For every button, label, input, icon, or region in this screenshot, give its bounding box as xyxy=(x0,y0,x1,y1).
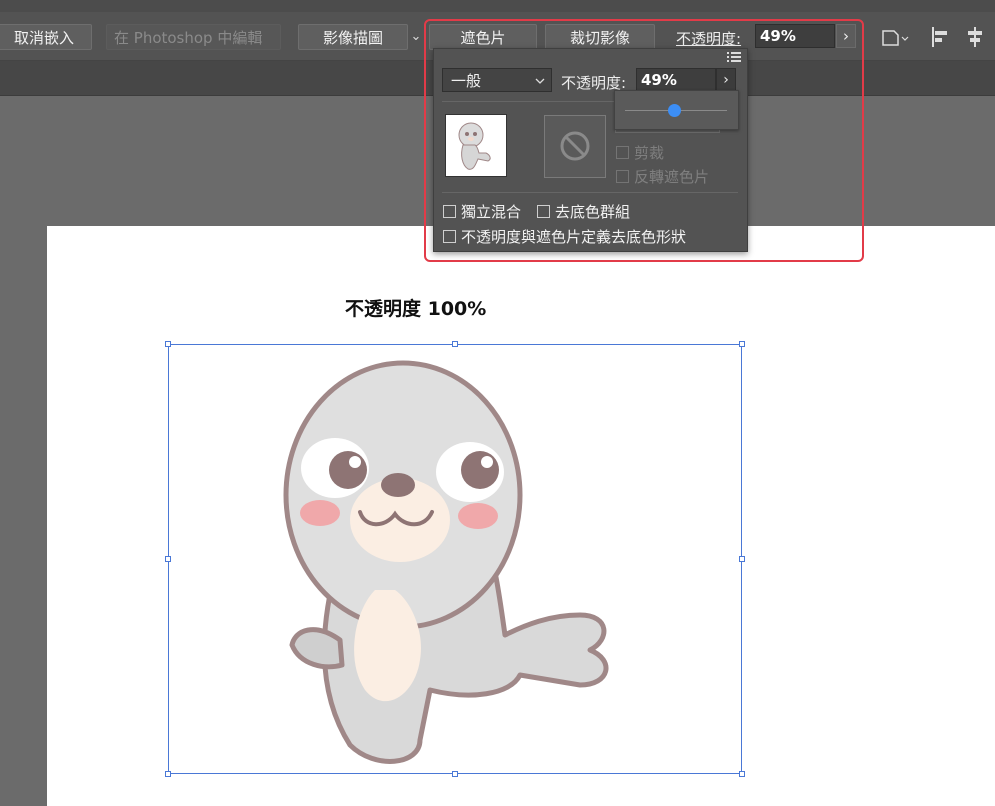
isolate-blending-option[interactable]: 獨立混合 xyxy=(443,201,521,222)
artwork-thumbnail[interactable] xyxy=(445,114,507,177)
mask-button[interactable]: 遮色片 xyxy=(429,24,537,50)
crop-image-label: 裁切影像 xyxy=(569,29,630,47)
knockout-group-option[interactable]: 去底色群組 xyxy=(537,201,630,222)
align-center-icon[interactable] xyxy=(964,26,986,48)
opacity-arrow-button[interactable]: › xyxy=(836,24,856,48)
blend-mode-select[interactable]: 一般 xyxy=(442,68,552,92)
panel-opacity-arrow-button[interactable]: › xyxy=(716,68,736,92)
no-symbol-icon xyxy=(560,131,590,161)
image-trace-label: 影像描圖 xyxy=(322,29,383,47)
opacity-panel: 一般 不透明度: 49% › 剪裁 反轉遮色片 獨立混合 去底色群組 不透明度與… xyxy=(433,48,748,252)
resize-handle-right[interactable] xyxy=(739,556,745,562)
canvas-opacity-caption: 不透明度 100% xyxy=(345,298,487,320)
isolate-blending-checkbox[interactable] xyxy=(443,205,456,218)
image-trace-button[interactable]: 影像描圖 xyxy=(298,24,408,50)
mask-thumbnail[interactable] xyxy=(544,115,606,178)
transform-icon[interactable] xyxy=(880,26,910,48)
opacity-input[interactable]: 49% xyxy=(755,24,835,48)
invert-mask-checkbox[interactable] xyxy=(616,170,629,183)
seal-illustration xyxy=(283,360,609,764)
opacity-mask-knockout-label: 不透明度與遮色片定義去底色形狀 xyxy=(461,228,687,246)
menu-icon[interactable] xyxy=(727,52,741,65)
opacity-mask-knockout-option[interactable]: 不透明度與遮色片定義去底色形狀 xyxy=(443,226,686,247)
knockout-group-checkbox[interactable] xyxy=(537,205,550,218)
clip-option[interactable]: 剪裁 xyxy=(616,142,664,163)
mask-label: 遮色片 xyxy=(460,29,506,47)
unembed-label: 取消嵌入 xyxy=(13,29,74,47)
resize-handle-left[interactable] xyxy=(165,556,171,562)
invert-mask-label: 反轉遮色片 xyxy=(634,168,710,186)
edit-in-photoshop-button[interactable]: 在 Photoshop 中編輯 xyxy=(106,24,281,50)
resize-handle-top-right[interactable] xyxy=(739,341,745,347)
edit-in-photoshop-label: 在 Photoshop 中編輯 xyxy=(114,29,263,47)
clip-checkbox[interactable] xyxy=(616,146,629,159)
panel-opacity-input[interactable]: 49% xyxy=(636,68,716,92)
opacity-slider-popup xyxy=(614,90,739,130)
top-strip xyxy=(0,0,995,12)
resize-handle-top[interactable] xyxy=(452,341,458,347)
resize-handle-bottom-left[interactable] xyxy=(165,771,171,777)
panel-divider-bottom xyxy=(442,192,738,193)
knockout-group-label: 去底色群組 xyxy=(555,203,631,221)
invert-mask-option[interactable]: 反轉遮色片 xyxy=(616,166,709,187)
opacity-slider-knob[interactable] xyxy=(668,104,682,117)
image-trace-chevron-icon[interactable]: ⌄ xyxy=(407,24,425,50)
opacity-link-label[interactable]: 不透明度: xyxy=(676,28,741,49)
crop-image-button[interactable]: 裁切影像 xyxy=(545,24,655,50)
unembed-button[interactable]: 取消嵌入 xyxy=(0,24,92,50)
clip-label: 剪裁 xyxy=(634,144,665,162)
align-left-icon[interactable] xyxy=(930,26,950,48)
resize-handle-top-left[interactable] xyxy=(165,341,171,347)
chevron-down-icon xyxy=(535,69,545,101)
blend-mode-value: 一般 xyxy=(451,72,482,90)
resize-handle-bottom-right[interactable] xyxy=(739,771,745,777)
opacity-mask-knockout-checkbox[interactable] xyxy=(443,230,456,243)
isolate-blending-label: 獨立混合 xyxy=(461,203,522,221)
